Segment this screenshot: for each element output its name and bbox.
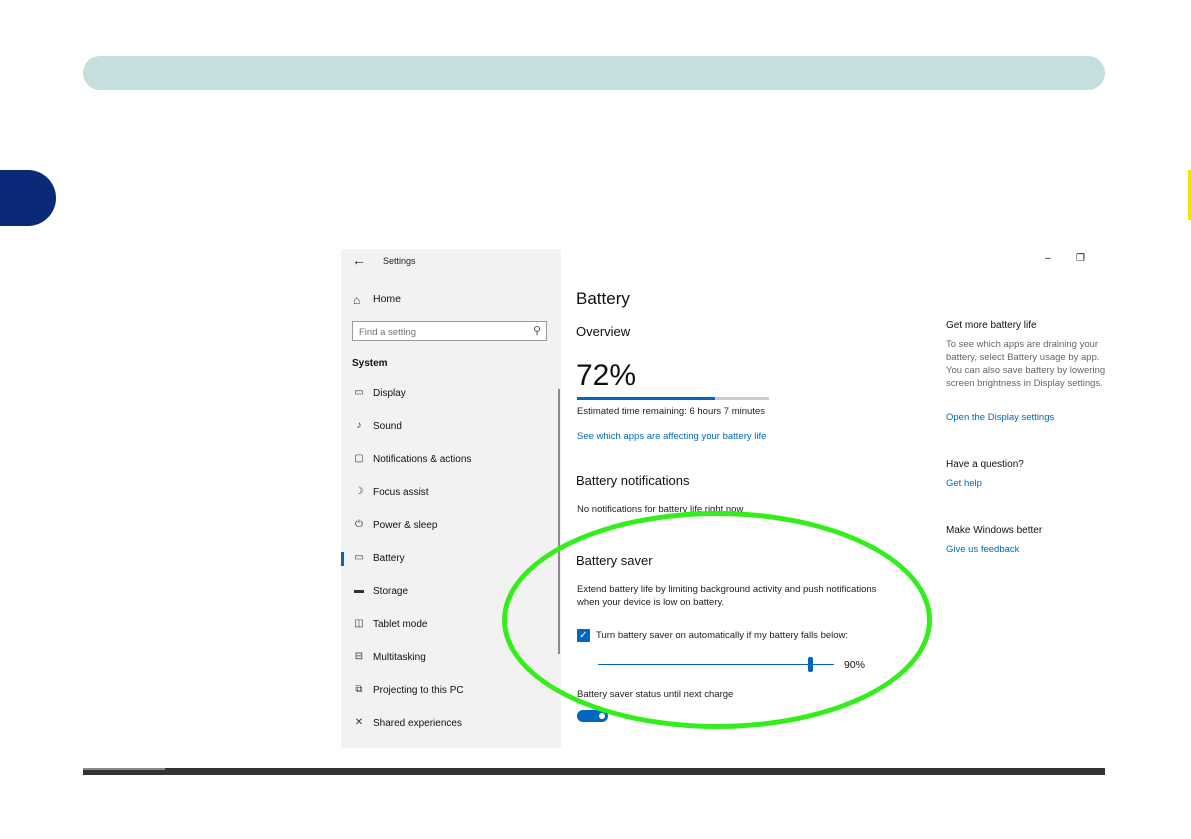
sidebar-item-battery[interactable]: ▭ Battery bbox=[341, 547, 556, 573]
sidebar-item-label: Sound bbox=[373, 421, 402, 432]
shared-icon: ✕ bbox=[354, 717, 364, 728]
sidebar-item-focus-assist[interactable]: ☽ Focus assist bbox=[341, 481, 556, 507]
get-help-link[interactable]: Get help bbox=[946, 478, 982, 489]
multitasking-icon: ⊟ bbox=[354, 651, 364, 662]
document-header-bar bbox=[83, 56, 1105, 90]
sidebar-item-label: Shared experiences bbox=[373, 718, 462, 729]
battery-notifications-heading: Battery notifications bbox=[576, 473, 690, 488]
search-box[interactable]: ⚲ bbox=[352, 321, 547, 342]
sidebar-item-label: Power & sleep bbox=[373, 520, 438, 531]
projecting-icon: ⧉ bbox=[355, 684, 363, 695]
more-battery-text: To see which apps are draining your batt… bbox=[946, 339, 1106, 389]
sidebar-item-notifications[interactable]: ▢ Notifications & actions bbox=[341, 448, 556, 474]
more-battery-heading: Get more battery life bbox=[946, 320, 1037, 331]
tablet-icon: ◫ bbox=[354, 618, 364, 629]
section-heading: System bbox=[352, 358, 388, 369]
display-settings-link[interactable]: Open the Display settings bbox=[946, 412, 1054, 423]
sidebar-item-label: Multitasking bbox=[373, 652, 426, 663]
display-icon: ▭ bbox=[354, 387, 364, 398]
sidebar: ← Settings ⌂ Home ⚲ System ▭ Display ♪ S… bbox=[341, 249, 561, 748]
battery-level-bar bbox=[577, 397, 769, 400]
sound-icon: ♪ bbox=[356, 420, 362, 431]
back-arrow-icon[interactable]: ← bbox=[352, 252, 366, 268]
storage-icon: ▬ bbox=[354, 585, 364, 596]
restore-button[interactable]: ❐ bbox=[1076, 253, 1085, 264]
sidebar-item-label: Projecting to this PC bbox=[373, 685, 464, 696]
sidebar-item-label: Tablet mode bbox=[373, 619, 428, 630]
time-remaining: Estimated time remaining: 6 hours 7 minu… bbox=[577, 406, 765, 417]
power-icon: ⏻ bbox=[355, 519, 363, 530]
sidebar-item-projecting[interactable]: ⧉ Projecting to this PC bbox=[341, 679, 556, 705]
document-footer-rule bbox=[83, 768, 1105, 775]
battery-apps-link[interactable]: See which apps are affecting your batter… bbox=[577, 431, 766, 442]
sidebar-item-sound[interactable]: ♪ Sound bbox=[341, 415, 556, 441]
feedback-link[interactable]: Give us feedback bbox=[946, 544, 1019, 555]
home-icon[interactable]: ⌂ bbox=[353, 293, 360, 307]
battery-icon: ▭ bbox=[354, 552, 364, 563]
sidebar-item-label: Display bbox=[373, 388, 406, 399]
page-title: Battery bbox=[576, 289, 630, 308]
question-heading: Have a question? bbox=[946, 459, 1024, 470]
window-title: Settings bbox=[383, 256, 416, 266]
overview-heading: Overview bbox=[576, 324, 631, 339]
sidebar-item-label: Focus assist bbox=[373, 487, 429, 498]
notifications-icon: ▢ bbox=[354, 453, 364, 464]
search-icon[interactable]: ⚲ bbox=[533, 324, 541, 337]
highlight-oval bbox=[502, 511, 932, 729]
feedback-heading: Make Windows better bbox=[946, 525, 1043, 536]
battery-percent: 72% bbox=[576, 359, 637, 392]
chapter-tab bbox=[0, 170, 56, 226]
sidebar-item-shared-experiences[interactable]: ✕ Shared experiences bbox=[341, 712, 556, 738]
minimize-button[interactable]: – bbox=[1045, 253, 1051, 264]
battery-level-fill bbox=[577, 397, 716, 400]
selection-indicator bbox=[341, 552, 344, 566]
sidebar-item-label: Battery bbox=[373, 553, 405, 564]
sidebar-item-label: Notifications & actions bbox=[373, 454, 472, 465]
home-link[interactable]: Home bbox=[373, 293, 401, 305]
sidebar-item-display[interactable]: ▭ Display bbox=[341, 382, 556, 408]
sidebar-item-label: Storage bbox=[373, 586, 409, 597]
moon-icon: ☽ bbox=[354, 486, 364, 497]
sidebar-item-power-sleep[interactable]: ⏻ Power & sleep bbox=[341, 514, 556, 540]
search-input[interactable] bbox=[353, 323, 529, 342]
